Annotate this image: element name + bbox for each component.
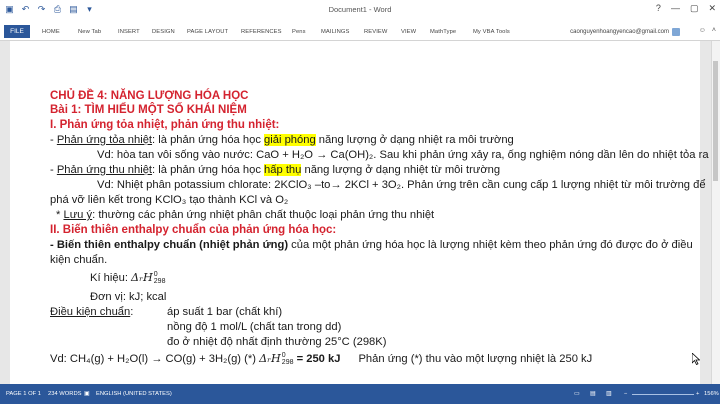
maximize-icon[interactable]: ▢: [690, 3, 699, 14]
web-layout-icon[interactable]: ▥: [606, 391, 611, 397]
word-count[interactable]: 234 WORDS: [48, 391, 82, 397]
tab-page-layout[interactable]: PAGE LAYOUT: [187, 29, 228, 35]
enthalpy-definition: - Biến thiên enthalpy chuẩn (nhiệt phản …: [50, 239, 693, 251]
standard-conditions-label: Điều kiện chuẩn:: [50, 306, 134, 318]
unit-line: Đơn vị: kJ; kcal: [90, 291, 167, 303]
document-page[interactable]: CHỦ ĐỀ 4: NĂNG LƯỢNG HÓA HỌC Bài 1: TÌM …: [10, 41, 709, 384]
enthalpy-definition-cont: kiện chuẩn.: [50, 254, 108, 266]
lesson-heading: Bài 1: TÌM HIỂU MỘT SỐ KHÁI NIỆM: [50, 104, 247, 116]
endothermic-definition: - Phản ứng thu nhiệt: là phản ứng hóa họ…: [50, 164, 501, 176]
avatar: [672, 28, 680, 36]
symbol-line: Kí hiệu: ΔᵣH 0 298: [90, 271, 166, 286]
title-bar: ▣ ↶ ↷ ⎙ ▤ ▾ Document1 - Word ? — ▢ ✕: [0, 0, 720, 22]
tab-review[interactable]: REVIEW: [364, 29, 387, 35]
tab-references[interactable]: REFERENCES: [241, 29, 282, 35]
tab-mathtype[interactable]: MathType: [430, 29, 456, 35]
example-reaction-line: Vd: CH₄(g) + H₂O(l) → CO(g) + 3H₂(g) (*)…: [50, 352, 593, 367]
ribbon-tabs: FILE HOME New Tab INSERT DESIGN PAGE LAY…: [0, 22, 720, 41]
exothermic-example: Vd: hòa tan vôi sống vào nước: CaO + H₂O…: [97, 149, 709, 161]
zoom-in-icon[interactable]: +: [696, 391, 699, 397]
exothermic-definition: - Phản ứng tỏa nhiệt: là phản ứng hóa họ…: [50, 134, 514, 146]
section-1-heading: I. Phản ứng tỏa nhiệt, phản ứng thu nhiệ…: [50, 119, 280, 131]
read-mode-icon[interactable]: ▭: [574, 391, 579, 397]
tab-file[interactable]: FILE: [4, 25, 30, 38]
language-indicator[interactable]: ENGLISH (UNITED STATES): [96, 391, 172, 397]
condition-pressure: áp suất 1 bar (chất khí): [167, 306, 283, 318]
smiley-icon[interactable]: ☺: [699, 27, 706, 34]
tab-insert[interactable]: INSERT: [118, 29, 140, 35]
ribbon-controls: ☺ ˄: [699, 27, 716, 34]
window-title: Document1 - Word: [328, 5, 392, 14]
tab-home[interactable]: HOME: [42, 29, 60, 35]
section-2-heading: II. Biến thiên enthalpy chuẩn của phản ứ…: [50, 224, 337, 236]
help-icon[interactable]: ?: [656, 3, 661, 14]
zoom-out-icon[interactable]: −: [624, 391, 627, 397]
condition-temperature: đo ở nhiệt độ nhất định thường 25°C (298…: [167, 336, 387, 348]
tab-mailings[interactable]: MAILINGS: [321, 29, 350, 35]
mouse-cursor-icon: [692, 353, 700, 365]
proofing-icon[interactable]: ▣: [84, 391, 89, 397]
status-bar: PAGE 1 OF 1 234 WORDS ▣ ENGLISH (UNITED …: [0, 384, 720, 404]
tab-design[interactable]: DESIGN: [152, 29, 175, 35]
condition-concentration: nồng độ 1 mol/L (chất tan trong dd): [167, 321, 342, 333]
note-line: * Lưu ý: thường các phản ứng nhiệt phân …: [56, 209, 435, 221]
user-account[interactable]: caonguyenhoangyencao@gmail.com: [570, 28, 680, 36]
document-area: CHỦ ĐỀ 4: NĂNG LƯỢNG HÓA HỌC Bài 1: TÌM …: [0, 41, 712, 384]
zoom-level[interactable]: 156%: [704, 391, 719, 397]
minimize-icon[interactable]: —: [671, 3, 680, 14]
vertical-scrollbar[interactable]: [711, 41, 720, 384]
print-layout-icon[interactable]: ▤: [590, 391, 595, 397]
tab-new-tab[interactable]: New Tab: [78, 29, 101, 35]
zoom-slider[interactable]: [632, 394, 694, 395]
scrollbar-thumb[interactable]: [713, 61, 718, 181]
chapter-heading: CHỦ ĐỀ 4: NĂNG LƯỢNG HÓA HỌC: [50, 90, 249, 102]
collapse-ribbon-icon[interactable]: ˄: [712, 27, 716, 34]
close-icon[interactable]: ✕: [708, 3, 716, 14]
user-email: caonguyenhoangyencao@gmail.com: [570, 29, 669, 35]
tab-pens[interactable]: Pens: [292, 29, 306, 35]
tab-my-vba-tools[interactable]: My VBA Tools: [473, 29, 510, 35]
endothermic-example: Vd: Nhiệt phân potassium chlorate: 2KClO…: [97, 179, 706, 191]
window-controls: ? — ▢ ✕: [656, 3, 716, 14]
endothermic-example-cont: phá vỡ liên kết trong KClO₃ tạo thành KC…: [50, 194, 289, 206]
tab-view[interactable]: VIEW: [401, 29, 416, 35]
page-count[interactable]: PAGE 1 OF 1: [6, 391, 41, 397]
